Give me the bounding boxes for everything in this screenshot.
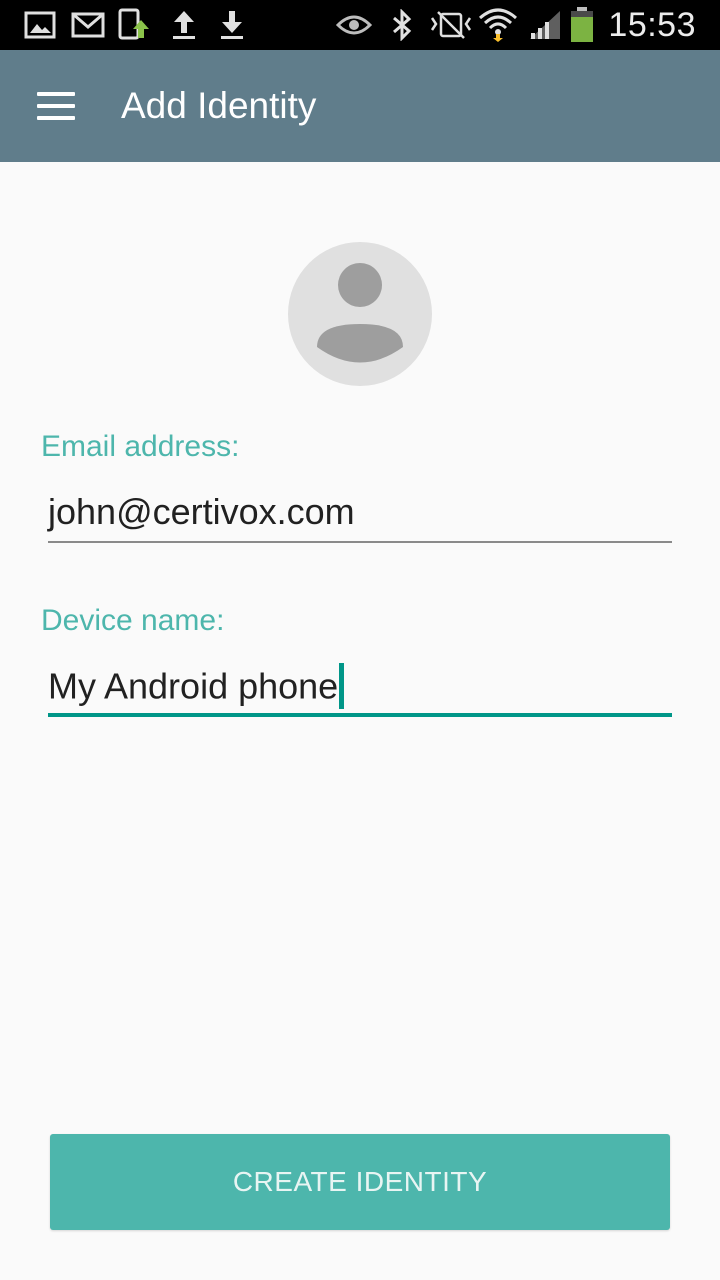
menu-bar-line	[37, 92, 75, 96]
no-sound-icon	[430, 8, 472, 42]
hamburger-menu-icon[interactable]	[22, 78, 90, 134]
device-name-field[interactable]: My Android phone	[48, 656, 672, 718]
email-field[interactable]: john@certivox.com	[48, 482, 672, 544]
gmail-icon	[71, 8, 105, 42]
wifi-icon	[478, 8, 518, 42]
upload-icon	[170, 8, 198, 42]
app-bar: Add Identity	[0, 50, 720, 162]
screen: 15:53 Add Identity Email address: john@c…	[0, 0, 720, 1280]
status-bar: 15:53	[0, 0, 720, 50]
create-identity-button[interactable]: CREATE IDENTITY	[50, 1134, 670, 1230]
bluetooth-icon	[390, 8, 414, 42]
email-label: Email address:	[41, 430, 240, 463]
device-name-underline	[48, 713, 672, 717]
device-update-icon	[117, 8, 153, 42]
device-name-value-wrapper[interactable]: My Android phone	[48, 663, 345, 712]
text-cursor	[339, 663, 345, 709]
gallery-icon	[24, 8, 56, 42]
signal-icon	[528, 8, 562, 42]
device-name-value: My Android phone	[48, 665, 339, 707]
eye-icon	[336, 8, 372, 42]
download-icon	[218, 8, 246, 42]
status-time: 15:53	[608, 6, 696, 44]
menu-bar-line	[37, 104, 75, 108]
person-avatar-icon	[288, 242, 432, 386]
email-value[interactable]: john@certivox.com	[48, 492, 355, 532]
device-name-label: Device name:	[41, 604, 225, 637]
email-underline	[48, 541, 672, 543]
menu-bar-line	[37, 116, 75, 120]
page-title: Add Identity	[121, 85, 317, 126]
battery-icon	[568, 7, 596, 42]
